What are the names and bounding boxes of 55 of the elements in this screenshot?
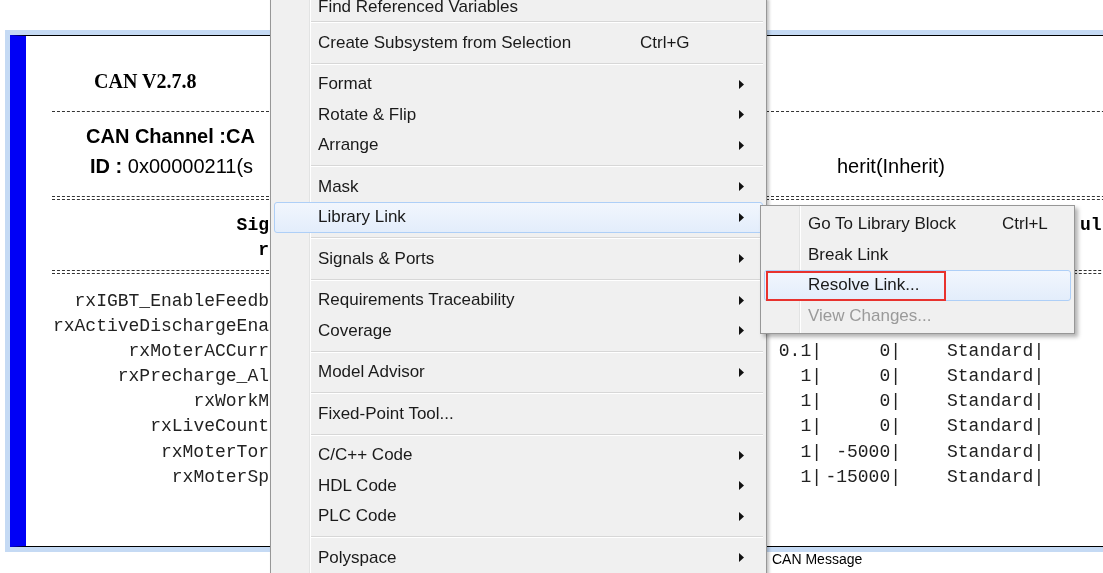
shortcut-text: Ctrl+G (640, 32, 690, 53)
table-cell-text: 1| (799, 465, 822, 489)
block-label: CAN Message (772, 550, 864, 568)
menu-item[interactable]: Model Advisor (274, 357, 763, 388)
table-cell-text: 1| (799, 365, 822, 389)
table-cell-text: Standard| (947, 440, 1045, 464)
table-cell-text: 0| (878, 415, 901, 439)
menu-item[interactable]: Go To Library Block Ctrl+L (764, 209, 1071, 240)
channel-text: CAN Channel :CA (85, 124, 256, 149)
signal-name: rxPrecharge_Al (116, 365, 269, 389)
signal-name: rxMoterTor (159, 440, 269, 464)
signal-name: rxLiveCount (149, 415, 269, 439)
menu-item[interactable]: Resolve Link... (764, 270, 1071, 301)
menu-item[interactable]: Mask (274, 171, 763, 202)
table-cell-text: -15000| (824, 465, 901, 489)
inherit-text: herit(Inherit) (836, 153, 946, 179)
menu-item[interactable]: Signals & Ports (274, 243, 763, 274)
menu-item[interactable]: PLC Code (274, 501, 763, 532)
menu-item[interactable]: HDL Code (274, 470, 763, 501)
menu-item[interactable]: Rotate & Flip (274, 99, 763, 130)
menu-item[interactable]: Polyspace (274, 542, 763, 573)
menu-item[interactable]: Create Subsystem from Selection Ctrl+G (274, 27, 763, 58)
menu-item[interactable]: Coverage (274, 315, 763, 346)
menu-item[interactable]: Fixed-Point Tool... (274, 398, 763, 429)
table-cell-text: 1| (799, 440, 822, 464)
menu-item[interactable]: Break Link (764, 239, 1071, 270)
menu-item[interactable]: C/C++ Code (274, 440, 763, 471)
menu-item[interactable]: Find Referenced Variables (274, 0, 763, 17)
signal-name: rxMoterACCurr (127, 339, 269, 363)
id-text: ID : 0x00000211(s (89, 153, 255, 179)
table-cell-text: 1| (799, 415, 822, 439)
table-cell-text: 0| (878, 390, 901, 414)
table-cell-text: 0.1| (777, 339, 822, 363)
block-title: CAN V2.7.8 (93, 69, 198, 94)
menu-item[interactable]: Requirements Traceability (274, 285, 763, 316)
header-text: ul (1080, 214, 1102, 237)
table-cell-text: 0| (878, 339, 901, 363)
signal-name: rxIGBT_EnableFeedb (73, 289, 269, 313)
header-text: Sig (235, 214, 269, 237)
table-cell-text: Standard| (947, 339, 1045, 363)
menu-item[interactable]: Library Link (274, 202, 763, 233)
table-cell-text: 1| (799, 390, 822, 414)
table-cell-text: -5000| (835, 440, 901, 464)
signal-name: rxActiveDischargeEna (51, 314, 269, 338)
menu-item[interactable]: Arrange (274, 130, 763, 161)
table-cell-text: Standard| (947, 465, 1045, 489)
signal-name: rxMoterSp (170, 465, 269, 489)
menu-item[interactable]: Format (274, 69, 763, 100)
table-cell-text: Standard| (947, 415, 1045, 439)
shortcut-text: Ctrl+L (1002, 214, 1048, 235)
table-cell-text: 0| (878, 365, 901, 389)
signal-name: rxWorkM (192, 390, 269, 414)
table-cell-text: Standard| (947, 365, 1045, 389)
table-cell-text: Standard| (947, 390, 1045, 414)
header-text: r (257, 238, 269, 262)
